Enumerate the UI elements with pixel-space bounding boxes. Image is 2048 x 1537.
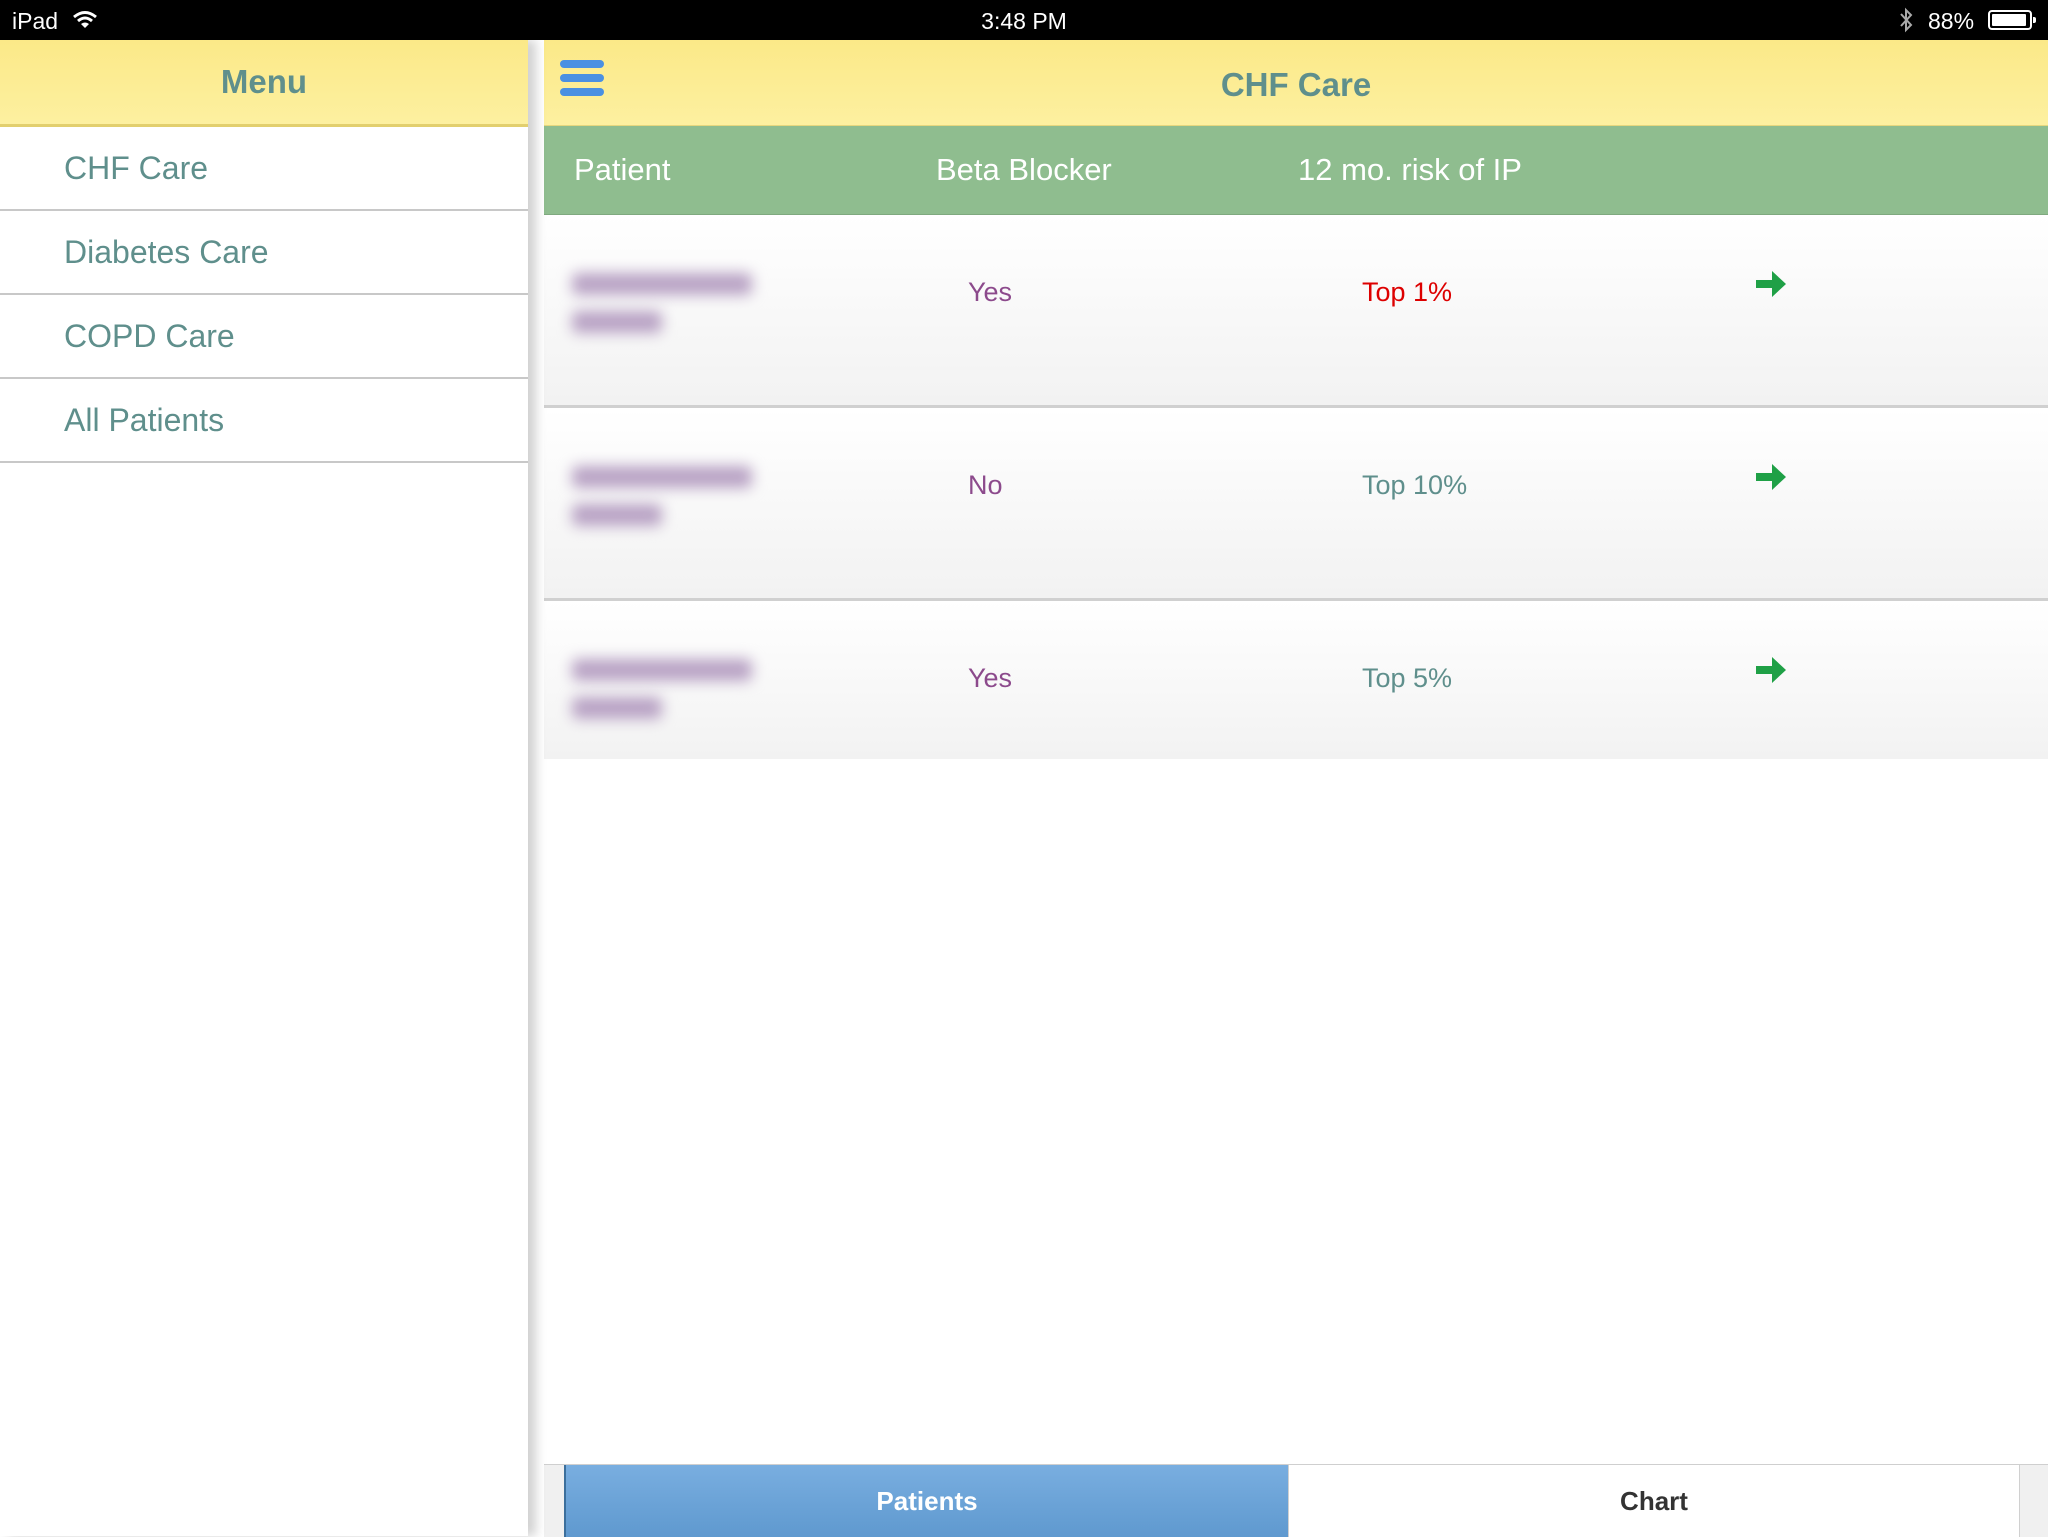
patient-name-redacted	[572, 273, 752, 349]
column-header-beta-blocker: Beta Blocker	[936, 152, 1112, 187]
patient-list: Yes Top 1% No Top 10% Yes Top 5%	[544, 215, 2048, 759]
status-time: 3:48 PM	[981, 8, 1067, 34]
page-title: CHF Care	[1220, 66, 1372, 103]
sidebar-list: CHF Care Diabetes Care COPD Care All Pat…	[0, 127, 528, 463]
tab-chart[interactable]: Chart	[1288, 1465, 2020, 1537]
battery-icon	[1988, 10, 2036, 30]
battery-percentage: 88%	[1928, 8, 1975, 34]
sidebar-title: Menu	[0, 40, 528, 127]
column-header-risk: 12 mo. risk of IP	[1298, 152, 1522, 187]
table-row[interactable]: Yes Top 5%	[544, 601, 2048, 759]
sidebar: Menu CHF Care Diabetes Care COPD Care Al…	[0, 40, 528, 1536]
patient-name-redacted	[572, 659, 752, 735]
main-panel: CHF Care Patient Beta Blocker 12 mo. ris…	[544, 40, 2048, 1536]
table-row[interactable]: No Top 10%	[544, 408, 2048, 601]
column-header-patient: Patient	[574, 152, 671, 187]
tab-bar: Patients Chart	[544, 1464, 2048, 1537]
table-header: Patient Beta Blocker 12 mo. risk of IP	[544, 126, 2048, 215]
main-header: CHF Care	[544, 40, 2048, 126]
risk-value: Top 10%	[1362, 470, 1468, 500]
arrow-right-icon[interactable]	[1754, 653, 1788, 687]
sidebar-item-chf-care[interactable]: CHF Care	[0, 127, 528, 211]
arrow-right-icon[interactable]	[1754, 460, 1788, 494]
bluetooth-icon	[1900, 7, 1913, 33]
risk-value: Top 1%	[1362, 277, 1453, 307]
beta-blocker-value: No	[968, 470, 1003, 500]
patient-name-redacted	[572, 466, 752, 542]
beta-blocker-value: Yes	[968, 277, 1013, 307]
status-bar: iPad 3:48 PM 88%	[0, 0, 2048, 40]
sidebar-item-copd-care[interactable]: COPD Care	[0, 295, 528, 379]
risk-value: Top 5%	[1362, 663, 1453, 693]
beta-blocker-value: Yes	[968, 663, 1013, 693]
tab-patients[interactable]: Patients	[564, 1465, 1288, 1537]
sidebar-item-all-patients[interactable]: All Patients	[0, 379, 528, 463]
table-row[interactable]: Yes Top 1%	[544, 215, 2048, 408]
arrow-right-icon[interactable]	[1754, 267, 1788, 301]
sidebar-item-diabetes-care[interactable]: Diabetes Care	[0, 211, 528, 295]
